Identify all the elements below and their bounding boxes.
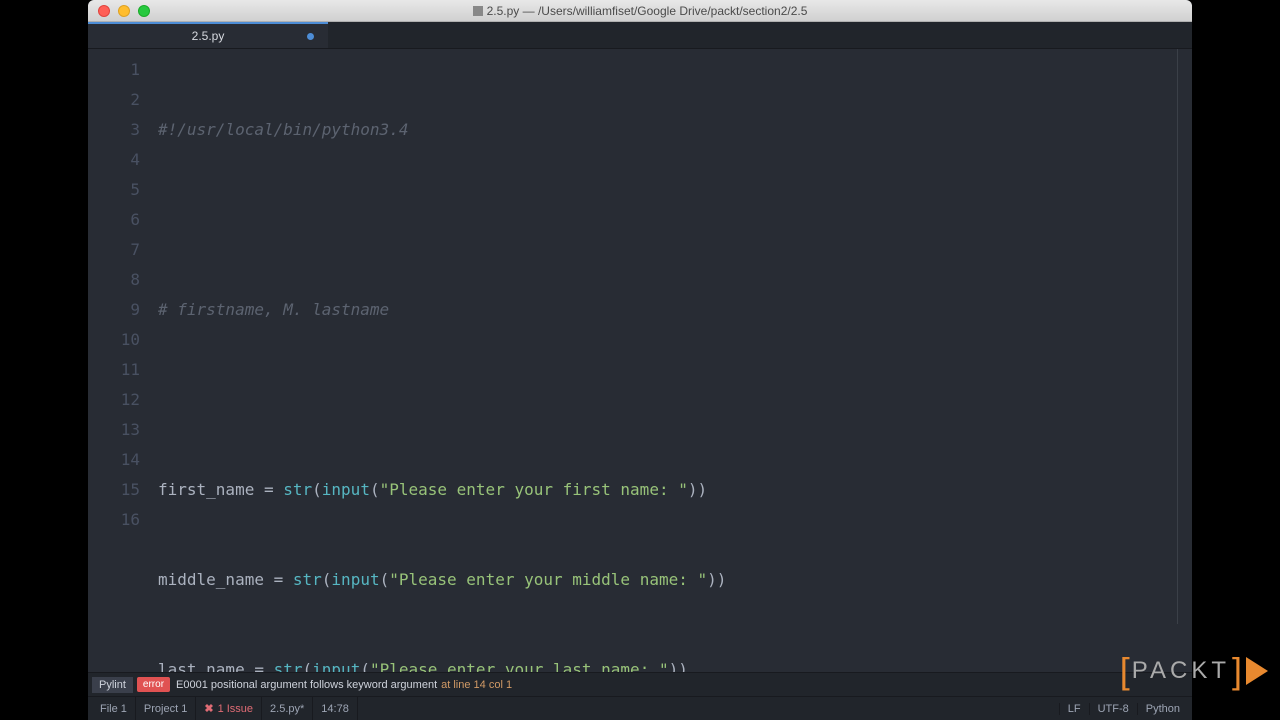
code-line: #!/usr/local/bin/python3.4 xyxy=(158,115,1192,145)
line-number-gutter: 1 2 3 4 5 6 7 8 9 10 11 12 13 14 15 16 xyxy=(88,49,158,672)
lint-provider-badge: Pylint xyxy=(92,677,133,693)
code-line: # firstname, M. lastname xyxy=(158,295,1192,325)
error-icon: ✖ xyxy=(204,702,213,715)
status-project-scope[interactable]: Project 1 xyxy=(136,697,196,720)
close-icon[interactable] xyxy=(98,5,110,17)
status-line-ending[interactable]: LF xyxy=(1059,703,1089,715)
status-bar: File 1 Project 1 ✖1 Issue 2.5.py* 14:78 … xyxy=(88,696,1192,720)
status-encoding[interactable]: UTF-8 xyxy=(1089,703,1137,715)
tab-filename: 2.5.py xyxy=(192,29,225,43)
status-filename[interactable]: 2.5.py* xyxy=(262,697,313,720)
lint-message: E0001 positional argument follows keywor… xyxy=(176,679,437,691)
code-line: middle_name = str(input("Please enter yo… xyxy=(158,565,1192,595)
status-issues[interactable]: ✖1 Issue xyxy=(196,697,262,720)
status-language[interactable]: Python xyxy=(1137,703,1188,715)
editor-area[interactable]: 1 2 3 4 5 6 7 8 9 10 11 12 13 14 15 16 #… xyxy=(88,49,1192,672)
play-icon xyxy=(1246,657,1268,685)
traffic-lights xyxy=(88,5,150,17)
code-line: first_name = str(input("Please enter you… xyxy=(158,475,1192,505)
modified-indicator-icon xyxy=(307,33,314,40)
code-line: last_name = str(input("Please enter your… xyxy=(158,655,1192,672)
code-content[interactable]: #!/usr/local/bin/python3.4 # firstname, … xyxy=(158,49,1192,672)
status-file-scope[interactable]: File 1 xyxy=(92,697,136,720)
tab-bar: 2.5.py xyxy=(88,22,1192,49)
titlebar: 2.5.py — /Users/williamfiset/Google Driv… xyxy=(88,0,1192,22)
editor-window: 2.5.py — /Users/williamfiset/Google Driv… xyxy=(88,0,1192,720)
file-icon xyxy=(473,6,483,16)
lint-severity-badge: error xyxy=(137,677,170,692)
window-title: 2.5.py — /Users/williamfiset/Google Driv… xyxy=(88,4,1192,18)
minimize-icon[interactable] xyxy=(118,5,130,17)
linter-bar[interactable]: Pylint error E0001 positional argument f… xyxy=(88,672,1192,696)
maximize-icon[interactable] xyxy=(138,5,150,17)
code-line xyxy=(158,205,1192,235)
lint-location: at line 14 col 1 xyxy=(441,679,512,691)
code-line xyxy=(158,385,1192,415)
bottom-panel: Pylint error E0001 positional argument f… xyxy=(88,672,1192,720)
status-cursor-position[interactable]: 14:78 xyxy=(313,697,358,720)
tab-file[interactable]: 2.5.py xyxy=(88,22,328,48)
